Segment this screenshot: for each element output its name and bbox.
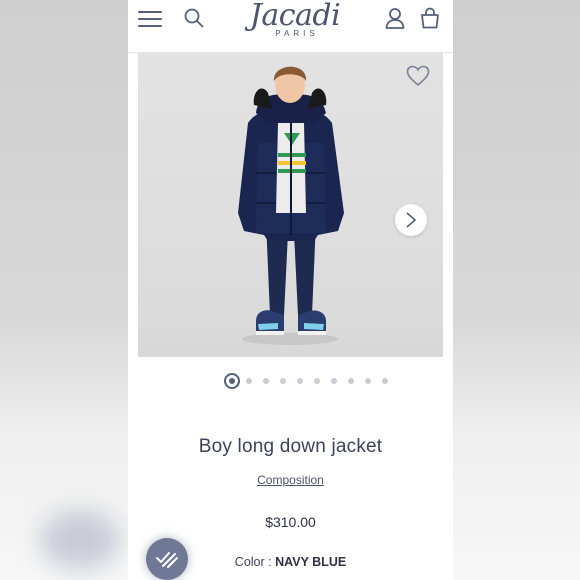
- user-account-icon[interactable]: [385, 7, 405, 29]
- next-image-button[interactable]: [395, 204, 427, 236]
- product-price: $310.00: [265, 514, 316, 530]
- shopping-bag-icon[interactable]: [420, 7, 440, 29]
- carousel-dot-5[interactable]: [297, 378, 303, 384]
- carousel-dot-2[interactable]: [246, 378, 252, 384]
- blurred-left-margin: [0, 0, 128, 580]
- product-photo: [238, 66, 344, 345]
- chevron-right-icon: [406, 212, 417, 228]
- blurred-right-margin: [453, 0, 580, 580]
- carousel-dot-7[interactable]: [331, 378, 337, 384]
- composition-link[interactable]: Composition: [128, 473, 453, 487]
- hamburger-menu-icon[interactable]: [138, 9, 162, 27]
- carousel-dot-3[interactable]: [263, 378, 269, 384]
- brand-logo-text: Jacadi: [249, 0, 341, 33]
- carousel-dot-6[interactable]: [314, 378, 320, 384]
- site-header: Jacadi PARIS: [128, 0, 453, 53]
- carousel-dot-1[interactable]: [224, 373, 240, 389]
- seller-check-badge-icon: [156, 552, 178, 568]
- carousel-dot-10[interactable]: [382, 378, 388, 384]
- color-value: NAVY BLUE: [275, 555, 347, 569]
- color-label: Color :: [234, 555, 272, 569]
- carousel-dot-4[interactable]: [280, 378, 286, 384]
- carousel-pagination: [224, 373, 394, 389]
- product-page: Jacadi PARIS Boy long down jacket Compos…: [128, 0, 453, 580]
- product-title: Boy long down jacket: [198, 436, 383, 457]
- seller-check-badge[interactable]: [146, 538, 188, 580]
- brand-logo[interactable]: Jacadi PARIS: [240, 0, 350, 40]
- search-icon[interactable]: [184, 8, 204, 28]
- carousel-dot-9[interactable]: [365, 378, 371, 384]
- carousel-dot-8[interactable]: [348, 378, 354, 384]
- heart-icon[interactable]: [406, 65, 430, 87]
- product-image-gallery[interactable]: [138, 53, 443, 357]
